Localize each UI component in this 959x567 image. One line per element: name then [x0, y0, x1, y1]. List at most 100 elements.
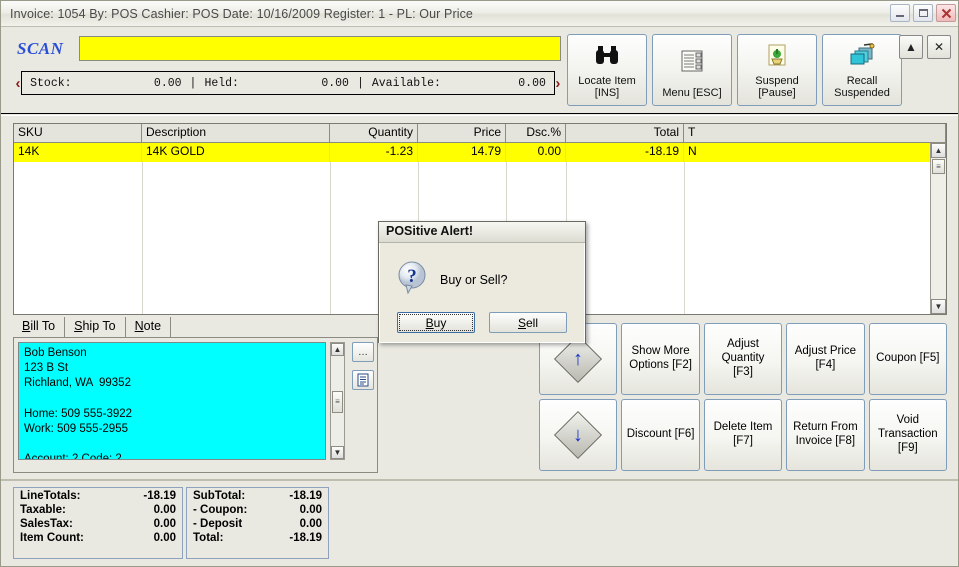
column-header-discount[interactable]: Dsc.%: [506, 124, 566, 142]
column-header-sku[interactable]: SKU: [14, 124, 142, 142]
linetotals-label: LineTotals:: [20, 490, 81, 502]
close-button[interactable]: [936, 4, 956, 22]
coupon-value: 0.00: [299, 504, 322, 516]
alert-dialog: POSitive Alert! ? Buy or Sell? B uy S el…: [378, 221, 586, 343]
tab-bill-to[interactable]: Bill To: [13, 317, 66, 337]
customer-tabs: Bill To Ship To Note: [13, 317, 378, 337]
stock-sep-1: |: [189, 76, 197, 90]
column-header-total[interactable]: Total: [566, 124, 684, 142]
alert-title: POSitive Alert!: [379, 222, 585, 243]
recall-suspended-button[interactable]: Recall Suspended: [822, 34, 902, 106]
customer-scroll-down-button[interactable]: ▼: [331, 446, 344, 459]
salestax-value: 0.00: [153, 518, 176, 530]
total-row-salestax: SalesTax: 0.00: [14, 516, 182, 530]
panel-toggle-group: ▲ ✕: [899, 35, 951, 59]
recall-label-2: Suspended: [834, 87, 890, 100]
maximize-button[interactable]: [913, 4, 933, 22]
deposit-label: - Deposit: [193, 518, 243, 530]
window-controls: [890, 4, 956, 22]
itemcount-label: Item Count:: [20, 532, 84, 544]
total-row-itemcount: Item Count: 0.00: [14, 530, 182, 544]
column-header-description[interactable]: Description: [142, 124, 330, 142]
total-row-taxable: Taxable: 0.00: [14, 502, 182, 516]
customer-info-text[interactable]: Bob Benson 123 B St Richland, WA 99352 H…: [18, 342, 326, 460]
cell-type: N: [684, 143, 946, 162]
total-row-total: Total: -18.19: [187, 530, 328, 544]
total-label: Total:: [193, 532, 224, 544]
pos-application-window: Invoice: 1054 By: POS Cashier: POS Date:…: [0, 0, 959, 567]
recall-label-1: Recall: [846, 74, 878, 87]
grid-scroll-down-button[interactable]: ▼: [931, 299, 946, 314]
suspend-basket-icon: [765, 35, 789, 75]
total-row-subtotal: SubTotal: -18.19: [187, 488, 328, 502]
totals-left-box: LineTotals: -18.19 Taxable: 0.00 SalesTa…: [13, 487, 183, 559]
tab-ship-to[interactable]: Ship To: [65, 317, 126, 337]
cell-sku: 14K: [14, 143, 142, 162]
close-icon: [941, 8, 951, 18]
available-value: 0.00: [518, 76, 546, 90]
suspend-label-2: [Pause]: [758, 87, 796, 100]
tab-note[interactable]: Note: [125, 317, 172, 337]
column-header-price[interactable]: Price: [418, 124, 506, 142]
binoculars-icon: [594, 35, 620, 75]
column-header-quantity[interactable]: Quantity: [330, 124, 418, 142]
customer-panel-body: Bob Benson 123 B St Richland, WA 99352 H…: [13, 338, 378, 473]
customer-scrollbar[interactable]: ▲ ≡ ▼: [330, 342, 345, 460]
total-row-deposit: - Deposit 0.00: [187, 516, 328, 530]
minimize-button[interactable]: [890, 4, 910, 22]
customer-panel: Bill To Ship To Note Bob Benson 123 B St…: [13, 317, 378, 473]
grid-scroll-up-button[interactable]: ▲: [931, 143, 946, 158]
scan-input[interactable]: [79, 36, 561, 61]
locate-item-label-2: [INS]: [594, 87, 620, 100]
delete-item-button[interactable]: Delete Item [F7]: [703, 399, 783, 471]
menu-button[interactable]: Menu [ESC]: [652, 34, 732, 106]
table-row[interactable]: 14K 14K GOLD -1.23 14.79 0.00 -18.19 N: [14, 143, 946, 162]
recall-screens-icon: [848, 35, 876, 75]
scan-label: SCAN: [17, 39, 64, 58]
available-label: Available:: [371, 76, 441, 90]
itemcount-value: 0.00: [153, 532, 176, 544]
cell-total: -18.19: [566, 143, 684, 162]
sell-button[interactable]: Sell: [489, 312, 567, 333]
alert-body: ? Buy or Sell? Buy Sell: [379, 243, 585, 343]
collapse-panel-button[interactable]: ▲: [899, 35, 923, 59]
coupon-button[interactable]: Coupon [F5]: [868, 323, 947, 395]
grid-scroll-thumb[interactable]: ≡: [932, 159, 945, 174]
cell-description: 14K GOLD: [142, 143, 330, 162]
totals-right-box: SubTotal: -18.19 - Coupon: 0.00 - Deposi…: [186, 487, 329, 559]
customer-scroll-up-button[interactable]: ▲: [331, 343, 344, 356]
ellipsis-button[interactable]: …: [352, 342, 374, 362]
document-icon: [357, 373, 369, 387]
up-arrow-glyph: ↑: [573, 348, 584, 370]
adjust-quantity-button[interactable]: Adjust Quantity [F3]: [703, 323, 783, 395]
header-divider: [1, 113, 958, 116]
document-button[interactable]: [352, 370, 374, 390]
subtotal-value: -18.19: [289, 490, 322, 502]
suspend-button[interactable]: Suspend [Pause]: [737, 34, 817, 106]
top-toolbar: Locate Item [INS] Menu [ESC] Suspend [Pa…: [567, 34, 902, 106]
total-row-linetotals: LineTotals: -18.19: [14, 488, 182, 502]
stock-info-row: ‹ Stock: 0.00 | Held: 0.00 | Available: …: [15, 69, 561, 97]
show-more-options-button[interactable]: Show More Options [F2]: [621, 323, 700, 395]
locate-item-button[interactable]: Locate Item [INS]: [567, 34, 647, 106]
void-transaction-button[interactable]: Void Transaction [F9]: [868, 399, 947, 471]
svg-text:?: ?: [407, 266, 417, 287]
scroll-down-button[interactable]: ↓: [539, 399, 618, 471]
grid-header-row: SKU Description Quantity Price Dsc.% Tot…: [14, 124, 946, 143]
return-from-invoice-button[interactable]: Return From Invoice [F8]: [786, 399, 865, 471]
stock-label: Stock:: [30, 76, 72, 90]
adjust-price-button[interactable]: Adjust Price [F4]: [786, 323, 865, 395]
suspend-label-1: Suspend: [755, 74, 799, 87]
alert-buttons: Buy Sell: [380, 312, 584, 333]
coupon-label: - Coupon:: [193, 504, 248, 516]
action-button-grid: ↑ Show More Options [F2] Adjust Quantity…: [539, 323, 947, 471]
next-item-arrow-icon[interactable]: ›: [555, 75, 561, 92]
buy-button[interactable]: Buy: [397, 312, 475, 333]
column-header-type[interactable]: T: [684, 124, 946, 142]
close-panel-button[interactable]: ✕: [927, 35, 951, 59]
customer-scroll-thumb[interactable]: ≡: [332, 390, 343, 413]
cell-quantity: -1.23: [330, 143, 418, 162]
grid-scrollbar[interactable]: ▲ ≡ ▼: [930, 143, 946, 314]
discount-button[interactable]: Discount [F6]: [621, 399, 700, 471]
alert-message: Buy or Sell?: [440, 273, 508, 287]
